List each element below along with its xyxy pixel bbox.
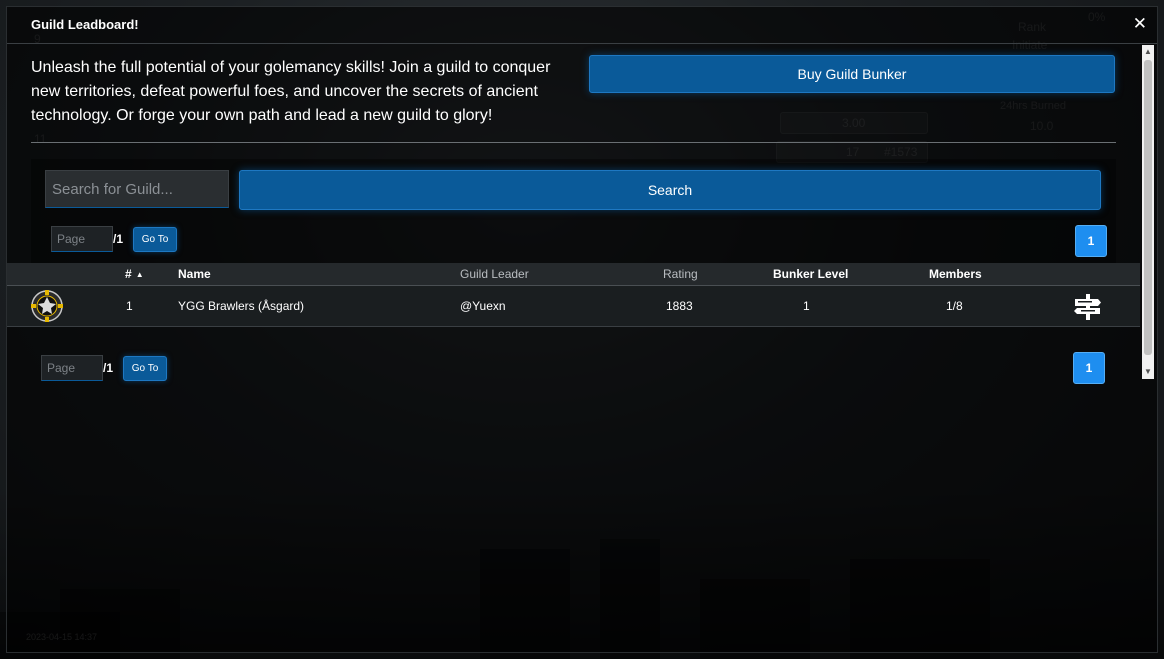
page-input-top[interactable]	[51, 226, 113, 252]
search-button[interactable]: Search	[239, 170, 1101, 210]
search-panel: Search /1 Go To 1	[31, 159, 1116, 264]
column-rating[interactable]: Rating	[663, 267, 698, 281]
goto-button-bottom[interactable]: Go To	[123, 356, 167, 381]
close-icon[interactable]: ✕	[1133, 14, 1147, 34]
table-row[interactable]: 1 YGG Brawlers (Åsgard) @Yuexn 1883 1 1/…	[7, 286, 1140, 327]
sort-asc-icon: ▲	[135, 270, 144, 279]
column-bunker-level[interactable]: Bunker Level	[773, 267, 848, 281]
row-members: 1/8	[946, 299, 963, 313]
page-total-bottom: /1	[103, 361, 114, 375]
page-total-top: /1	[113, 232, 124, 246]
row-guild-leader: @Yuexn	[460, 299, 506, 313]
column-name[interactable]: Name	[178, 267, 211, 281]
guild-table: # ▲ Name Guild Leader Rating Bunker Level…	[7, 263, 1140, 327]
pagination-top: /1 Go To	[51, 226, 191, 254]
row-guild-name: YGG Brawlers (Åsgard)	[178, 299, 305, 313]
scroll-up-icon[interactable]: ▲	[1142, 45, 1154, 59]
column-guild-leader[interactable]: Guild Leader	[460, 267, 529, 281]
modal-header: Guild Leadboard! ✕	[7, 7, 1157, 44]
signpost-icon[interactable]	[1073, 292, 1103, 322]
page-input-bottom[interactable]	[41, 355, 103, 381]
column-rank[interactable]: # ▲	[125, 267, 144, 281]
column-members[interactable]: Members	[929, 267, 982, 281]
row-bunker-level: 1	[803, 299, 810, 313]
vertical-scrollbar[interactable]: ▲ ▼	[1142, 45, 1154, 379]
search-input[interactable]	[45, 170, 229, 208]
scroll-down-icon[interactable]: ▼	[1142, 365, 1154, 379]
page-1-button-top[interactable]: 1	[1075, 225, 1107, 257]
modal-title: Guild Leadboard!	[31, 17, 139, 32]
scroll-thumb[interactable]	[1144, 60, 1152, 355]
guild-leaderboard-modal: Guild Leadboard! ✕ Unleash the full pote…	[6, 6, 1158, 653]
row-rating: 1883	[666, 299, 693, 313]
divider	[31, 142, 1116, 143]
page-1-button-bottom[interactable]: 1	[1073, 352, 1105, 384]
table-header: # ▲ Name Guild Leader Rating Bunker Level…	[7, 263, 1140, 286]
pagination-bottom: /1 Go To	[41, 355, 181, 383]
guild-emblem-icon	[31, 290, 63, 322]
modal-scroll-content[interactable]: Unleash the full potential of your golem…	[7, 44, 1153, 384]
row-rank: 1	[126, 299, 133, 313]
buy-guild-bunker-button[interactable]: Buy Guild Bunker	[589, 55, 1115, 93]
intro-text: Unleash the full potential of your golem…	[31, 59, 551, 124]
goto-button-top[interactable]: Go To	[133, 227, 177, 252]
